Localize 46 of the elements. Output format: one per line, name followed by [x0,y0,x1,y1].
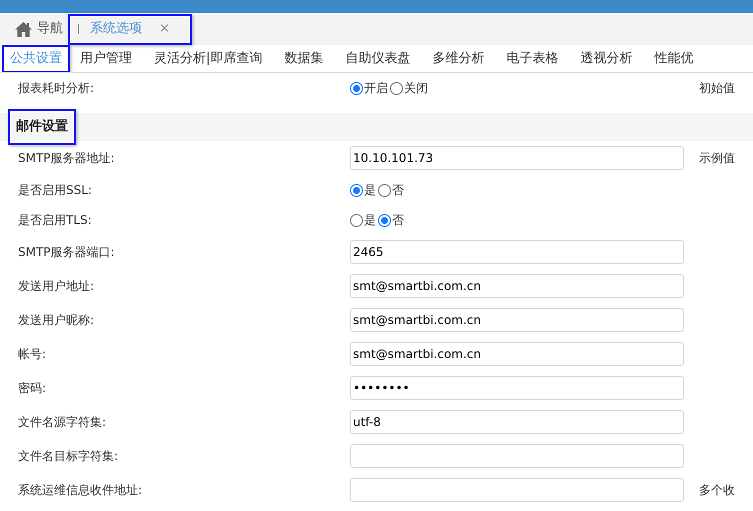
settings-tab[interactable]: 灵活分析|即席查询 [154,45,262,72]
settings-tab[interactable]: 多维分析 [432,45,484,72]
field-label: 帐号: [17,346,48,363]
home-icon [15,22,32,36]
field-label: 发送用户昵称: [17,312,96,329]
field-label: 发送用户地址: [17,278,96,295]
settings-tab[interactable]: 性能优 [654,45,694,72]
radio-button[interactable] [378,214,391,226]
hint-text: 多个收 [699,482,735,499]
input-field[interactable]: 10.10.101.73 [350,146,684,170]
radio-button[interactable] [378,184,391,196]
input-field[interactable]: smt@smartbi.com.cn [350,274,684,298]
settings-tab[interactable]: 电子表格 [506,45,558,72]
hint-text: 示例值 [699,150,735,167]
radio-button[interactable] [350,184,363,196]
input-field[interactable]: smt@smartbi.com.cn [350,342,684,366]
field-label: SMTP服务器端口: [17,244,116,261]
settings-tab[interactable]: 透视分析 [580,45,632,72]
input-field[interactable]: utf-8 [350,410,684,434]
radio-label: 关闭 [404,80,428,97]
field-label: 是否启用TLS: [17,212,93,229]
section-title: 邮件设置 [8,109,76,145]
radio-label: 否 [392,182,404,199]
hint-text: 初始值 [699,80,735,97]
radio-label: 是 [364,212,376,229]
input-field[interactable]: 2465 [350,240,684,264]
input-field[interactable] [350,478,684,502]
settings-tab[interactable]: 用户管理 [80,45,132,72]
field-label: SMTP服务器地址: [17,150,116,167]
radio-label: 开启 [364,80,388,97]
radio-button[interactable] [350,82,363,94]
field-label: 文件名目标字符集: [17,448,120,465]
radio-label: 否 [392,212,404,229]
radio-button[interactable] [350,214,363,226]
input-field[interactable]: smt@smartbi.com.cn [350,308,684,332]
input-field[interactable] [350,444,684,468]
field-label: 密码: [17,380,48,397]
input-field[interactable]: •••••••• [350,376,684,400]
radio-label: 是 [364,182,376,199]
settings-tab[interactable]: 数据集 [284,45,324,72]
field-label: 系统运维信息收件地址: [17,482,144,499]
field-label: 是否启用SSL: [17,182,93,199]
field-label: 文件名源字符集: [17,414,108,431]
field-label: 报表耗时分析: [17,80,96,97]
settings-tab[interactable]: 自助仪表盘 [345,45,410,72]
radio-button[interactable] [390,82,403,94]
